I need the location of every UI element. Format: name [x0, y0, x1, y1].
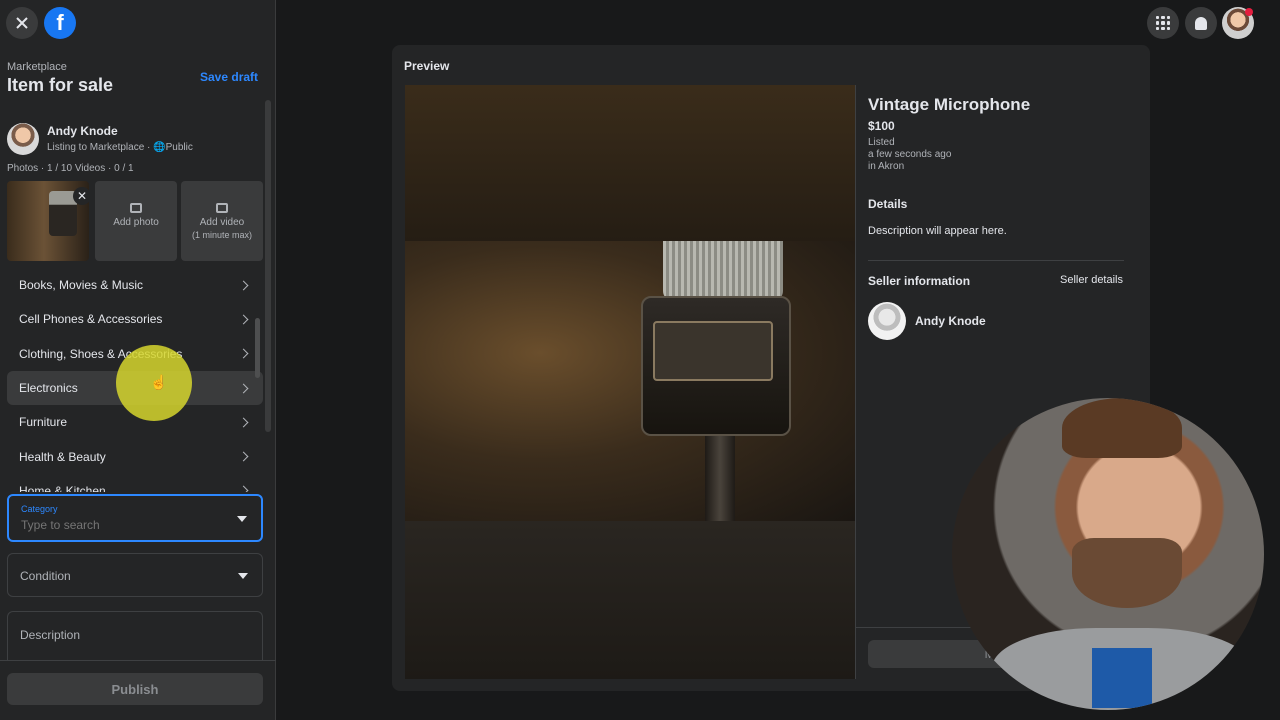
microphone-photo — [405, 241, 855, 521]
seller-avatar — [868, 302, 906, 340]
mic-stand — [705, 436, 735, 521]
listed-label: Listed — [868, 137, 895, 148]
chevron-right-icon — [238, 314, 249, 325]
add-photo-icon — [130, 203, 142, 213]
presenter-shirt — [1092, 648, 1152, 708]
bell-icon — [1195, 16, 1207, 30]
category-item[interactable]: Home & Kitchen — [7, 474, 263, 492]
preview-heading: Preview — [404, 59, 450, 73]
close-icon — [16, 17, 28, 29]
facebook-logo[interactable]: f — [44, 7, 76, 39]
photo-thumbnail[interactable]: ✕ — [7, 181, 89, 261]
seller-details-link[interactable]: Seller details — [1060, 274, 1123, 286]
mic-grille — [663, 241, 783, 301]
caret-down-icon — [238, 573, 248, 579]
preview-photo — [405, 85, 855, 679]
chevron-right-icon — [238, 280, 249, 291]
add-video-icon — [216, 203, 228, 213]
category-label: Home & Kitchen — [19, 483, 106, 492]
listing-price: $100 — [868, 119, 895, 133]
add-video-sublabel: (1 minute max) — [191, 230, 253, 240]
category-list-scrollbar[interactable] — [252, 268, 262, 492]
photo-background — [405, 521, 855, 679]
grid-menu-icon — [1156, 16, 1170, 30]
chevron-right-icon — [238, 383, 249, 393]
seller-heading: Seller information — [868, 274, 971, 288]
description-placeholder: Description will appear here. — [868, 225, 1007, 237]
listed-time: a few seconds ago — [868, 149, 952, 160]
globe-icon: 🌐 — [153, 142, 166, 153]
divider — [868, 260, 1124, 261]
listed-location: in Akron — [868, 161, 905, 172]
description-label: Description — [20, 628, 81, 642]
close-icon: ✕ — [76, 189, 88, 203]
add-photo-label: Add photo — [113, 217, 159, 228]
add-video-label: Add video — [199, 217, 245, 228]
listing-target: Listing to Marketplace · — [47, 142, 154, 153]
avatar — [7, 123, 39, 155]
listing-sidebar: f Marketplace Item for sale Save draft A… — [0, 0, 276, 720]
category-label: Furniture — [19, 415, 68, 430]
condition-label: Condition — [20, 569, 71, 583]
divider — [0, 660, 276, 661]
caret-down-icon — [237, 516, 247, 522]
chevron-right-icon — [238, 485, 249, 492]
media-count: Photos · 1 / 10 Videos · 0 / 1 — [7, 163, 134, 174]
add-photo-button[interactable]: Add photo — [95, 181, 177, 261]
breadcrumb[interactable]: Marketplace — [7, 61, 67, 73]
category-label: Books, Movies & Music — [19, 278, 144, 293]
presenter-hair — [1062, 398, 1182, 458]
category-label: Cell Phones & Accessories — [19, 312, 163, 327]
listing-title: Vintage Microphone — [868, 95, 1031, 114]
pointer-cursor-icon: ☝ — [150, 374, 168, 390]
category-label: Health & Beauty — [19, 449, 106, 464]
listing-visibility[interactable]: Listing to Marketplace · 🌐Public — [47, 142, 193, 153]
sidebar-scrollbar[interactable] — [265, 100, 271, 432]
category-item[interactable]: Books, Movies & Music — [7, 268, 263, 302]
visibility-label: Public — [165, 142, 193, 153]
category-label: Electronics — [19, 381, 78, 396]
presenter-beard — [1072, 538, 1182, 608]
description-field[interactable]: Description — [7, 611, 263, 661]
chevron-right-icon — [238, 417, 249, 428]
seller-name: Andy Knode — [915, 314, 986, 328]
category-field[interactable]: Category — [7, 494, 263, 542]
webcam-overlay — [952, 398, 1264, 710]
notification-badge — [1245, 8, 1253, 16]
details-heading: Details — [868, 197, 908, 211]
add-video-button[interactable]: Add video (1 minute max) — [181, 181, 263, 261]
remove-photo-button[interactable]: ✕ — [73, 187, 89, 205]
notifications-button[interactable] — [1185, 7, 1217, 39]
close-button[interactable] — [6, 7, 38, 39]
scrollbar-thumb[interactable] — [255, 318, 260, 378]
page-title: Item for sale — [7, 75, 114, 95]
category-item[interactable]: Health & Beauty — [7, 439, 263, 473]
menu-button[interactable] — [1147, 7, 1179, 39]
chevron-right-icon — [238, 348, 249, 359]
chevron-right-icon — [238, 451, 249, 462]
category-field-label: Category — [21, 504, 58, 514]
condition-select[interactable]: Condition — [7, 553, 263, 597]
mic-badge — [653, 321, 773, 381]
user-name: Andy Knode — [47, 124, 118, 138]
category-search-input[interactable] — [21, 518, 221, 532]
publish-button[interactable]: Publish — [7, 673, 263, 705]
save-draft-button[interactable]: Save draft — [200, 70, 258, 84]
category-item[interactable]: Cell Phones & Accessories — [7, 302, 263, 336]
